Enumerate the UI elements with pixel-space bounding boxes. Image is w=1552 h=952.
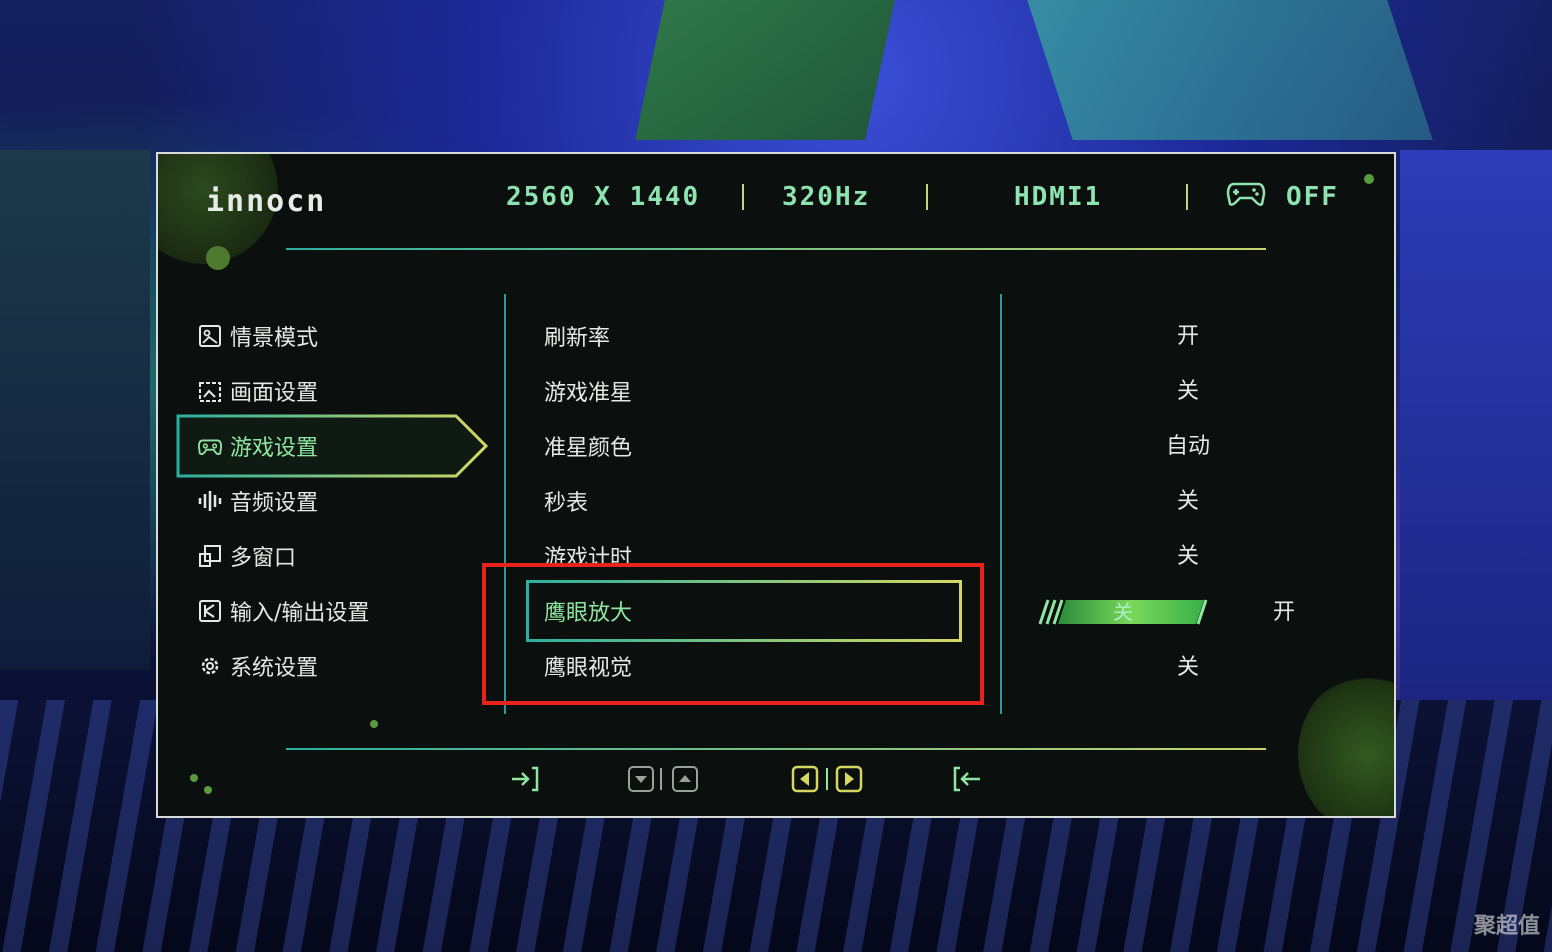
menu-item-input-output[interactable]: 输入/输出设置 [198,591,369,631]
up-icon[interactable] [670,764,700,794]
background-art-teal [1027,0,1433,140]
setting-value: 开 [1176,324,1199,349]
brand-logo: innocn [206,184,327,219]
menu-item-label: 情景模式 [230,326,319,351]
game-mode-status: OFF [1286,182,1339,212]
setting-value: 关 [1176,489,1199,514]
menu-item-audio-settings[interactable]: 音频设置 [198,481,318,521]
decor-dot [206,246,230,270]
decor-blob [1298,674,1394,816]
background-art-green [635,0,895,140]
enter-icon[interactable] [510,764,540,794]
submenu-item-label: 刷新率 [544,326,611,351]
left-icon[interactable] [790,764,820,794]
top-divider [286,248,1266,250]
setting-value: 关 [1176,544,1199,569]
submenu-item-label: 准星颜色 [544,436,633,461]
audio-bars-icon [198,489,222,513]
osd-menu-panel: innocn 2560 X 1440 320Hz HDMI1 OFF 情景模式 … [156,152,1396,818]
menu-item-multi-window[interactable]: 多窗口 [198,536,296,576]
watermark: 聚超值 [1473,914,1540,939]
input-source-readout: HDMI1 [1014,182,1103,212]
slider-current-option: 关 [1113,600,1133,624]
exit-icon[interactable] [952,764,982,794]
menu-item-label: 输入/输出设置 [230,601,370,626]
right-icon[interactable] [834,764,864,794]
setting-value[interactable]: 开 [1224,594,1344,626]
menu-item-label: 多窗口 [230,546,297,571]
menu-item-system-settings[interactable]: 系统设置 [198,646,318,686]
setting-value: 关 [1176,379,1199,404]
setting-value: 关 [1176,655,1199,680]
image-settings-icon [198,379,222,403]
submenu-item-crosshair[interactable]: 游戏准星 [544,371,632,411]
gamepad-icon [1226,182,1266,206]
menu-item-picture-settings[interactable]: 画面设置 [198,371,318,411]
menu-item-label: 画面设置 [230,381,319,406]
menu-item-label: 游戏设置 [230,436,319,461]
highlight-annotation-box [482,563,984,705]
gear-icon [198,654,222,678]
submenu-item-label: 秒表 [544,491,589,516]
menu-item-game-settings[interactable]: 游戏设置 [198,426,318,466]
picture-icon [198,324,222,348]
down-icon[interactable] [626,764,656,794]
menu-item-label: 系统设置 [230,656,319,681]
input-output-icon [198,599,222,623]
header-separator [742,184,744,210]
menu-item-label: 音频设置 [230,491,319,516]
header-separator [926,184,928,210]
submenu-item-refresh-rate[interactable]: 刷新率 [544,316,610,356]
bottom-divider [286,748,1266,750]
setting-value: 自动 [1165,434,1210,459]
multi-window-icon [198,544,222,568]
decor-dot [190,774,198,782]
gamepad-icon [198,434,222,458]
background-art-left [0,150,150,670]
nav-separator [826,768,828,790]
submenu-item-stopwatch[interactable]: 秒表 [544,481,588,521]
submenu-item-label: 游戏准星 [544,381,633,406]
decor-dot [1364,174,1374,184]
resolution-readout: 2560 X 1440 [506,182,701,212]
refresh-rate-readout: 320Hz [782,182,871,212]
nav-separator [660,768,662,790]
decor-dot [370,720,378,728]
background-art-right [1400,150,1552,710]
submenu-item-crosshair-color[interactable]: 准星颜色 [544,426,632,466]
column-divider [1000,294,1002,714]
decor-dot [204,786,212,794]
header-separator [1186,184,1188,210]
menu-item-scene-mode[interactable]: 情景模式 [198,316,318,356]
